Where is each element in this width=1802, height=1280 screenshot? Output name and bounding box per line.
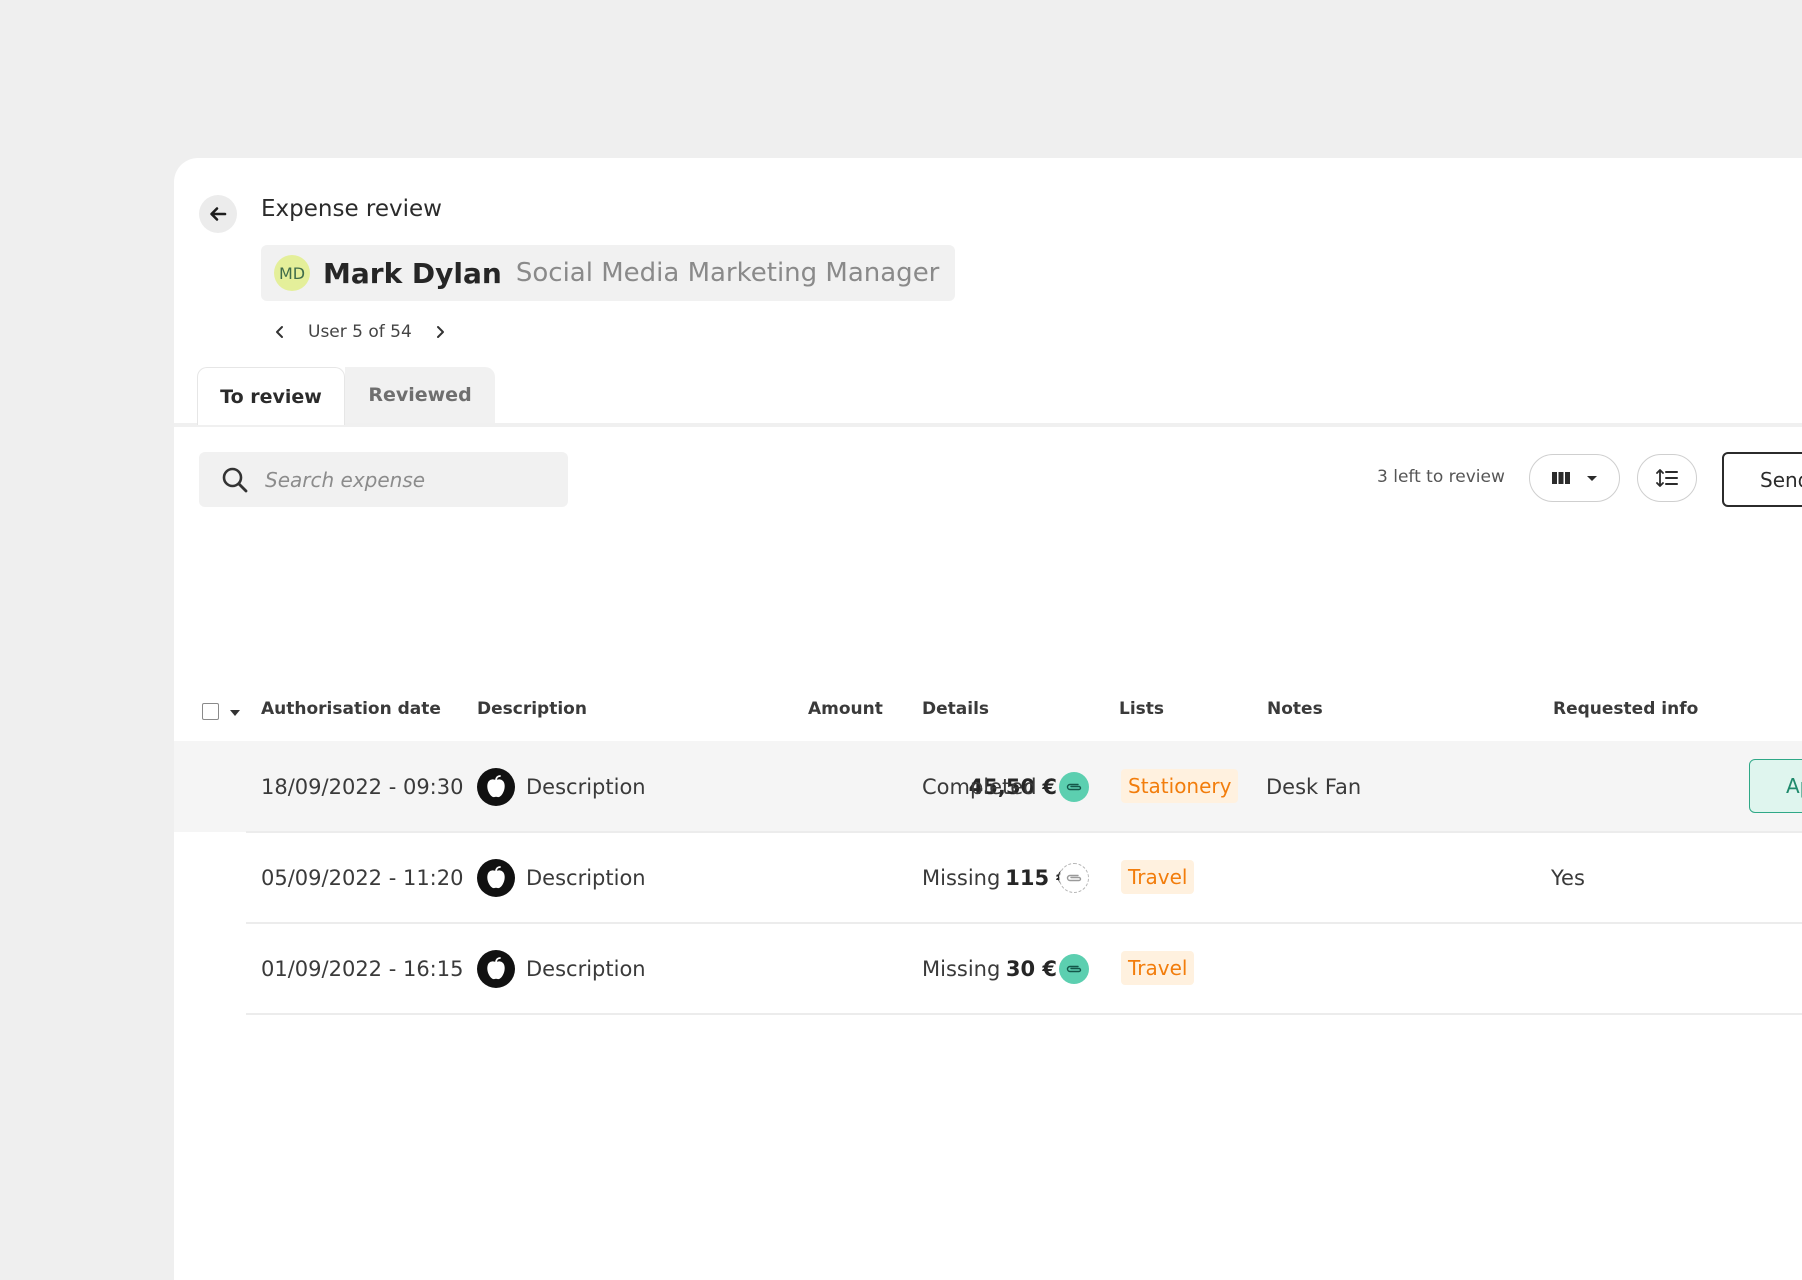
column-header-authorisation-date[interactable]: Authorisation date (261, 699, 441, 719)
row-details-status: Missing (922, 957, 1001, 981)
left-to-review-count: 3 left to review (1377, 467, 1505, 487)
row-requested-info: Yes (1551, 866, 1585, 890)
column-header-amount[interactable]: Amount (808, 699, 883, 719)
row-date: 05/09/2022 - 11:20 (261, 866, 464, 890)
columns-button[interactable] (1529, 454, 1620, 502)
row-details-status: Completed (922, 775, 1037, 799)
row-details-status: Missing (922, 866, 1001, 890)
apple-icon (477, 859, 515, 897)
row-date: 01/09/2022 - 16:15 (261, 957, 464, 981)
review-tabs: To review Reviewed (197, 367, 495, 425)
select-options-caret[interactable] (230, 710, 240, 716)
chevron-right-icon (436, 326, 444, 338)
row-description: Description (526, 957, 646, 981)
column-header-description[interactable]: Description (477, 699, 587, 719)
apple-icon (477, 768, 515, 806)
row-description: Description (526, 775, 646, 799)
row-notes: Desk Fan (1266, 775, 1362, 799)
avatar: MD (274, 255, 310, 291)
arrow-left-icon (210, 207, 227, 221)
search-icon (222, 467, 248, 492)
user-name: Mark Dylan (323, 256, 502, 290)
paperclip-icon[interactable] (1059, 772, 1089, 802)
row-date: 18/09/2022 - 09:30 (261, 775, 464, 799)
row-description: Description (526, 866, 646, 890)
list-tag: Travel (1121, 860, 1195, 894)
next-user-button[interactable] (426, 318, 454, 346)
pager-text: User 5 of 54 (308, 322, 412, 342)
user-chip: MD Mark Dylan Social Media Marketing Man… (261, 245, 955, 301)
tab-to-review[interactable]: To review (197, 367, 345, 425)
column-header-details[interactable]: Details (922, 699, 989, 719)
apple-icon (477, 950, 515, 988)
select-all-checkbox[interactable] (202, 703, 219, 720)
page-title: Expense review (261, 196, 442, 222)
column-header-lists[interactable]: Lists (1119, 699, 1164, 719)
user-role: Social Media Marketing Manager (515, 258, 940, 288)
sort-button[interactable] (1637, 454, 1697, 502)
tab-divider (174, 423, 1802, 427)
row-divider (246, 1013, 1802, 1015)
previous-user-button[interactable] (266, 318, 294, 346)
send-button[interactable]: Send (1722, 452, 1802, 507)
column-header-requested-info[interactable]: Requested info (1553, 699, 1698, 719)
paperclip-missing-icon[interactable] (1059, 863, 1089, 893)
row-amount: 30 € (1005, 957, 1057, 981)
expense-review-panel: Expense review MD Mark Dylan Social Medi… (174, 158, 1802, 1280)
list-tag: Travel (1121, 951, 1195, 985)
search-box (199, 452, 568, 507)
approve-button[interactable]: Approve (1749, 759, 1802, 813)
list-tag: Stationery (1121, 769, 1239, 803)
user-pager: User 5 of 54 (266, 314, 454, 350)
column-header-notes[interactable]: Notes (1267, 699, 1323, 719)
search-input[interactable] (263, 466, 547, 493)
back-button[interactable] (199, 195, 237, 233)
sort-icon (1656, 469, 1678, 487)
columns-icon (1551, 472, 1570, 484)
chevron-down-icon (1586, 476, 1597, 481)
paperclip-icon[interactable] (1059, 954, 1089, 984)
chevron-left-icon (276, 326, 283, 338)
tab-reviewed[interactable]: Reviewed (345, 367, 495, 423)
